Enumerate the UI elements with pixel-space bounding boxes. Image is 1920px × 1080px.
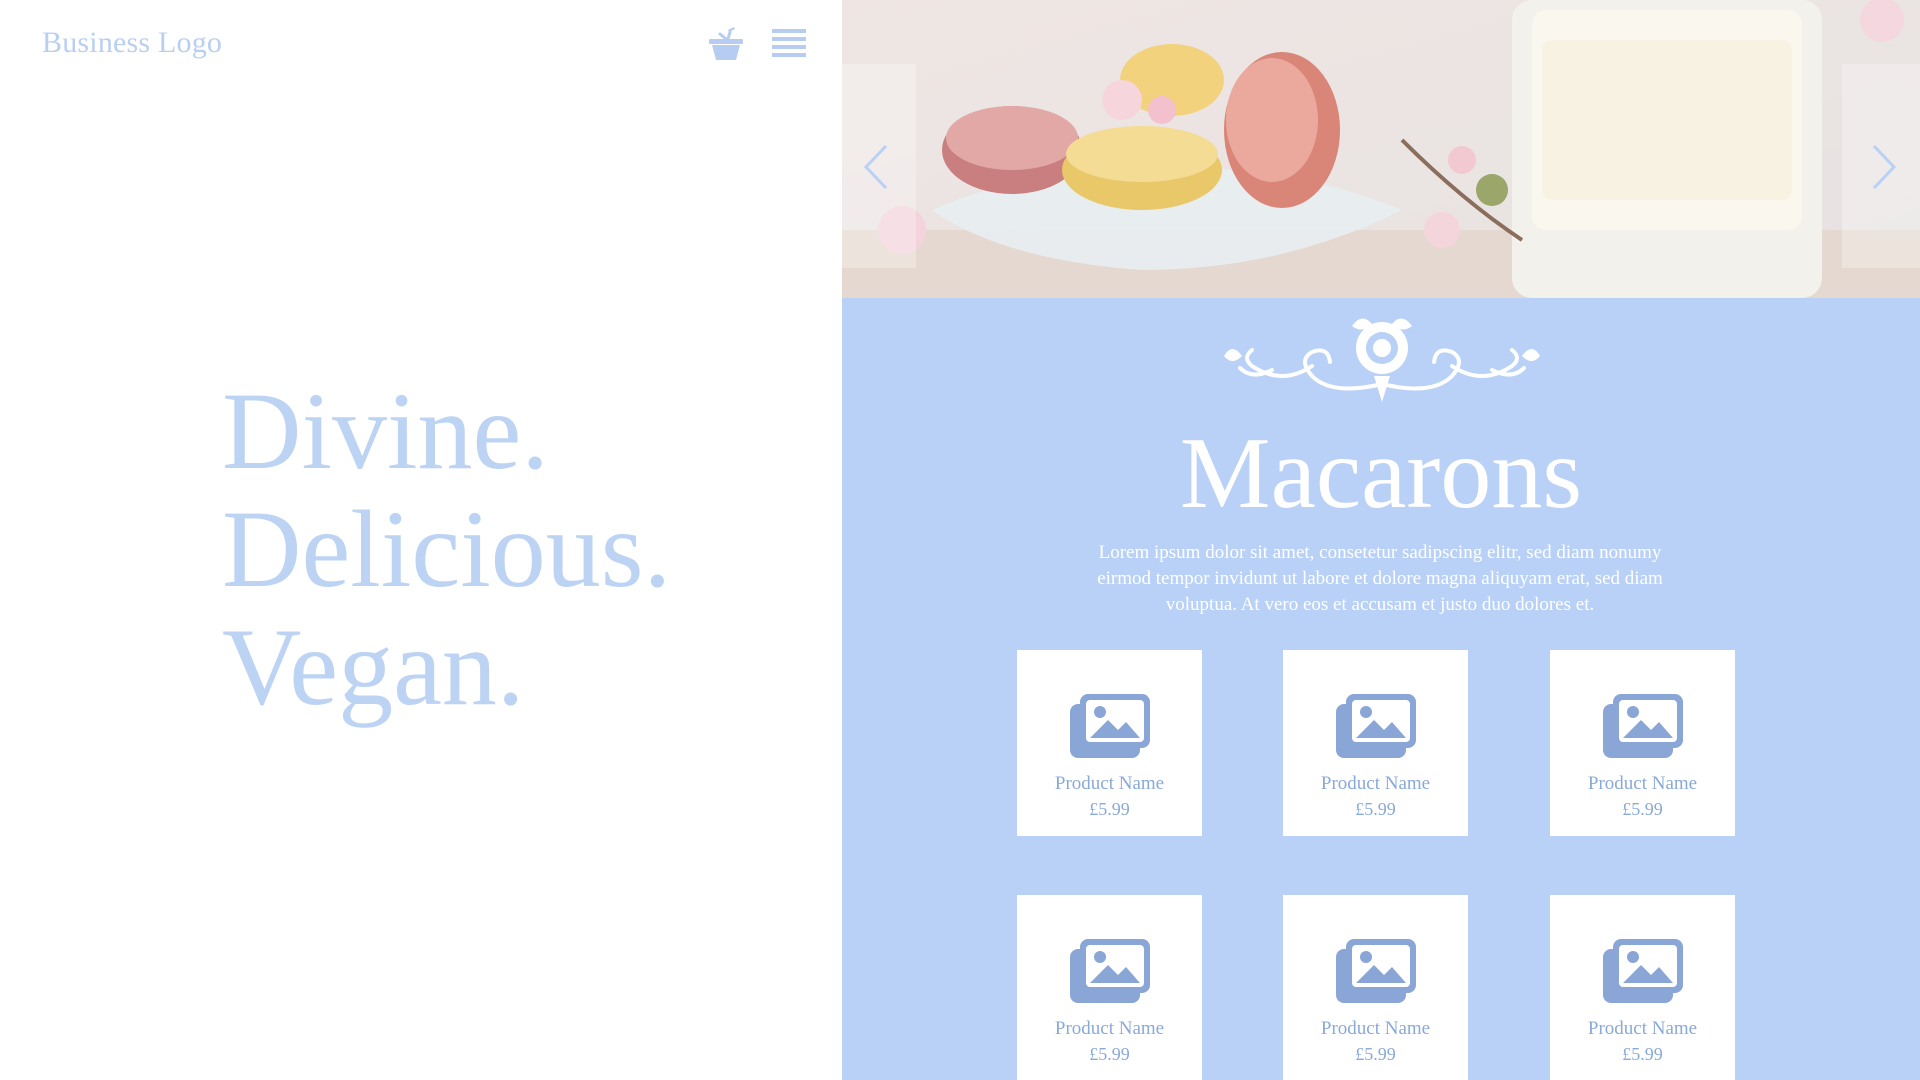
section-intro: Lorem ipsum dolor sit amet, consetetur s… bbox=[1097, 542, 1663, 615]
image-placeholder-icon bbox=[1603, 939, 1683, 1003]
product-name: Product Name bbox=[1320, 773, 1431, 794]
product-name: Product Name bbox=[1320, 1018, 1431, 1039]
image-placeholder-icon bbox=[1336, 694, 1416, 758]
hamburger-menu-icon bbox=[772, 29, 806, 57]
image-placeholder-icon bbox=[1070, 694, 1150, 758]
image-placeholder-icon bbox=[1336, 939, 1416, 1003]
left-panel: Business Logo Divine. Delicious. Vegan. bbox=[0, 0, 842, 1080]
product-price: £5.99 bbox=[1622, 799, 1663, 819]
chevron-left-icon bbox=[863, 144, 888, 190]
product-price: £5.99 bbox=[1089, 799, 1130, 819]
tagline-line-1: Divine. bbox=[222, 370, 549, 492]
hero-carousel bbox=[842, 0, 1920, 298]
rose-flourish-ornament bbox=[1212, 306, 1552, 410]
carousel-prev-button[interactable] bbox=[842, 64, 916, 268]
menu-button[interactable] bbox=[770, 26, 808, 62]
business-logo[interactable]: Business Logo bbox=[42, 26, 222, 60]
product-price: £5.99 bbox=[1089, 1044, 1130, 1064]
product-price: £5.99 bbox=[1355, 799, 1396, 819]
hero-image bbox=[842, 0, 1920, 298]
image-placeholder-icon bbox=[1070, 939, 1150, 1003]
basket-icon bbox=[709, 27, 743, 60]
product-price: £5.99 bbox=[1622, 1044, 1663, 1064]
product-name: Product Name bbox=[1054, 773, 1165, 794]
basket-button[interactable] bbox=[706, 24, 746, 64]
product-card[interactable]: Product Name £5.99 bbox=[1283, 895, 1468, 1080]
product-price: £5.99 bbox=[1355, 1044, 1396, 1064]
product-name: Product Name bbox=[1054, 1018, 1165, 1039]
tagline-line-2: Delicious. bbox=[222, 488, 672, 610]
product-card[interactable]: Product Name £5.99 bbox=[1017, 650, 1202, 836]
chevron-right-icon bbox=[1872, 144, 1897, 190]
product-name: Product Name bbox=[1587, 773, 1698, 794]
section-title: Macarons bbox=[1179, 417, 1583, 530]
product-card[interactable]: Product Name £5.99 bbox=[1550, 650, 1735, 836]
product-card[interactable]: Product Name £5.99 bbox=[1017, 895, 1202, 1080]
tagline-line-3: Vegan. bbox=[222, 606, 525, 728]
hero-tagline: Divine. Delicious. Vegan. bbox=[222, 372, 671, 726]
product-card[interactable]: Product Name £5.99 bbox=[1550, 895, 1735, 1080]
right-panel: Macarons Lorem ipsum dolor sit amet, con… bbox=[842, 0, 1920, 1080]
product-card[interactable]: Product Name £5.99 bbox=[1283, 650, 1468, 836]
image-placeholder-icon bbox=[1603, 694, 1683, 758]
carousel-next-button[interactable] bbox=[1842, 64, 1920, 268]
product-name: Product Name bbox=[1587, 1018, 1698, 1039]
